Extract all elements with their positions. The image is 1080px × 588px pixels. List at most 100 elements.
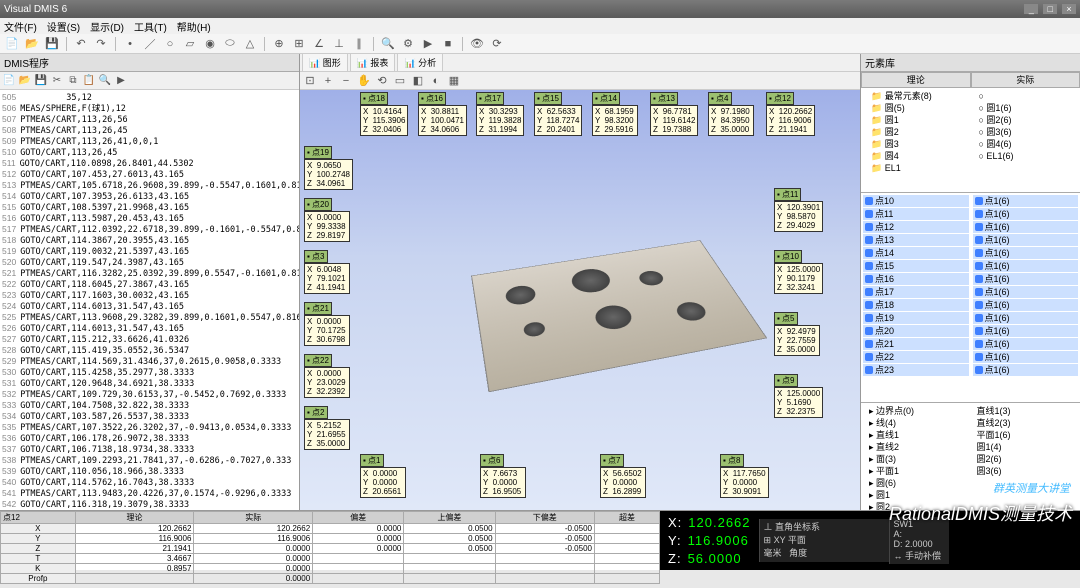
point-item[interactable]: 点12 [863,221,969,233]
parallel-icon[interactable]: ∥ [351,36,367,52]
point-item[interactable]: 点19 [863,312,969,324]
stop-icon[interactable]: ■ [440,36,456,52]
tab-图形[interactable]: 📊 图形 [302,53,348,72]
callout-点9[interactable]: ▪ 点9X 125.0000Y 5.1690Z 32.2375 [774,374,823,418]
view-icon[interactable]: 👁 [469,36,485,52]
code-new-icon[interactable]: 📄 [2,74,16,88]
menu-帮助(H)[interactable]: 帮助(H) [177,19,211,34]
feat-item[interactable]: 平面1(6) [971,429,1079,441]
callout-点17[interactable]: ▪ 点17X 30.3293Y 119.3828Z 31.1994 [476,92,524,136]
open-icon[interactable]: 📂 [24,36,40,52]
point-item[interactable]: 点11 [863,208,969,220]
actual-tab[interactable]: 实际 [971,72,1080,88]
point-item[interactable]: 点14 [863,247,969,259]
zoom-out-icon[interactable]: − [338,73,354,89]
tree-item[interactable]: 📁 圆1 [863,114,971,126]
tree-item[interactable]: 📁 最常元素(8) [863,90,971,102]
tree-item[interactable]: 📁 圆(5) [863,102,971,114]
feat-item[interactable]: ▸ 直线1 [863,429,971,441]
dmis-tab[interactable]: DMIS程序 [4,55,49,70]
callout-点22[interactable]: ▪ 点22X 0.0000Y 23.0029Z 32.2392 [304,354,350,398]
point-item[interactable]: 点1(6) [973,221,1079,233]
tree-item[interactable]: ○ 圆4(6) [971,138,1079,150]
tree-item[interactable]: ○ 圆1(6) [971,102,1079,114]
sphere-tool-icon[interactable]: ◉ [202,36,218,52]
cone-tool-icon[interactable]: △ [242,36,258,52]
point-item[interactable]: 点16 [863,273,969,285]
callout-点14[interactable]: ▪ 点14X 68.1959Y 98.3200Z 29.5916 [592,92,638,136]
tree-item[interactable]: 📁 圆3 [863,138,971,150]
callout-点8[interactable]: ▪ 点8X 117.7650Y 0.0000Z 30.9091 [720,454,769,498]
feat-item[interactable]: 直线1(3) [971,405,1079,417]
callout-点12[interactable]: ▪ 点12X 120.2662Y 116.9006Z 21.1941 [766,92,815,136]
callout-点6[interactable]: ▪ 点6X 7.6673Y 0.0000Z 16.9505 [480,454,526,498]
point-item[interactable]: 点15 [863,260,969,272]
feat-item[interactable]: ▸ 圆(6) [863,477,971,489]
zoom-in-icon[interactable]: + [320,73,336,89]
rotate-view-icon[interactable]: ⟲ [374,73,390,89]
point-item[interactable]: 点1(6) [973,351,1079,363]
rotate-icon[interactable]: ⟳ [489,36,505,52]
point-item[interactable]: 点1(6) [973,338,1079,350]
iso-view-icon[interactable]: ◧ [410,73,426,89]
angle-icon[interactable]: ∠ [311,36,327,52]
callout-点19[interactable]: ▪ 点19X 9.0650Y 100.2748Z 34.0961 [304,146,353,190]
point-item[interactable]: 点20 [863,325,969,337]
feat-item[interactable]: ▸ 线(4) [863,417,971,429]
callout-点21[interactable]: ▪ 点21X 0.0000Y 70.1725Z 30.6798 [304,302,350,346]
point-item[interactable]: 点13 [863,234,969,246]
feat-item[interactable]: ▸ 直线2 [863,441,971,453]
point-item[interactable]: 点1(6) [973,364,1079,376]
tab-分析[interactable]: 📊 分析 [397,53,443,72]
point-item[interactable]: 点1(6) [973,299,1079,311]
point-item[interactable]: 点1(6) [973,195,1079,207]
point-item[interactable]: 点18 [863,299,969,311]
menu-显示(D)[interactable]: 显示(D) [90,19,124,34]
feat-item[interactable]: ▸ 面(3) [863,453,971,465]
callout-点5[interactable]: ▪ 点5X 92.4979Y 22.7559Z 35.0000 [774,312,820,356]
point-item[interactable]: 点21 [863,338,969,350]
save-icon[interactable]: 💾 [44,36,60,52]
callout-点4[interactable]: ▪ 点4X 97.1980Y 84.3950Z 35.0000 [708,92,754,136]
perp-icon[interactable]: ⊥ [331,36,347,52]
point-item[interactable]: 点1(6) [973,234,1079,246]
new-icon[interactable]: 📄 [4,36,20,52]
callout-点7[interactable]: ▪ 点7X 56.6502Y 0.0000Z 16.2899 [600,454,646,498]
callout-点11[interactable]: ▪ 点11X 120.3901Y 98.5870Z 29.4029 [774,188,823,232]
point-item[interactable]: 点1(6) [973,247,1079,259]
plane-tool-icon[interactable]: ▱ [182,36,198,52]
point-item[interactable]: 点1(6) [973,312,1079,324]
callout-点13[interactable]: ▪ 点13X 96.7781Y 119.6142Z 19.7388 [650,92,698,136]
callout-点15[interactable]: ▪ 点15X 62.5633Y 118.7274Z 20.2401 [534,92,582,136]
undo-icon[interactable]: ↶ [73,36,89,52]
point-item[interactable]: 点1(6) [973,273,1079,285]
callout-点16[interactable]: ▪ 点16X 30.8811Y 100.0471Z 34.0606 [418,92,467,136]
pan-icon[interactable]: ✋ [356,73,372,89]
maximize-button[interactable]: □ [1043,4,1057,14]
code-cut-icon[interactable]: ✂ [50,74,64,88]
point-tool-icon[interactable]: • [122,36,138,52]
point-item[interactable]: 点1(6) [973,260,1079,272]
element-lib-tab[interactable]: 元素库 [865,55,895,70]
zoom-fit-icon[interactable]: ⊡ [302,73,318,89]
tree-item[interactable]: 📁 EL1 [863,162,971,174]
tree-item[interactable]: ○ EL1(6) [971,150,1079,162]
nominal-tab[interactable]: 理论 [861,72,971,88]
minimize-button[interactable]: _ [1024,4,1038,14]
3d-viewport[interactable]: ▪ 点18X 10.4164Y 115.3906Z 32.0406▪ 点16X … [300,90,860,510]
point-item[interactable]: 点1(6) [973,325,1079,337]
code-run-icon[interactable]: ▶ [114,74,128,88]
code-open-icon[interactable]: 📂 [18,74,32,88]
callout-点18[interactable]: ▪ 点18X 10.4164Y 115.3906Z 32.0406 [360,92,408,136]
feat-item[interactable]: ▸ 平面1 [863,465,971,477]
tab-报表[interactable]: 📊 报表 [350,53,396,72]
run-icon[interactable]: ▶ [420,36,436,52]
callout-点2[interactable]: ▪ 点2X 5.2152Y 21.6955Z 35.0000 [304,406,350,450]
code-editor[interactable]: 505 35,12 506MEAS/SPHERE,F(球1),12 507PTM… [0,90,299,510]
callout-点3[interactable]: ▪ 点3X 6.0048Y 79.1021Z 41.1941 [304,250,350,294]
callout-点1[interactable]: ▪ 点1X 0.0000Y 0.0000Z 20.6561 [360,454,406,498]
menu-设置(S)[interactable]: 设置(S) [47,19,80,34]
point-item[interactable]: 点23 [863,364,969,376]
wire-icon[interactable]: ▦ [446,73,462,89]
code-save-icon[interactable]: 💾 [34,74,48,88]
